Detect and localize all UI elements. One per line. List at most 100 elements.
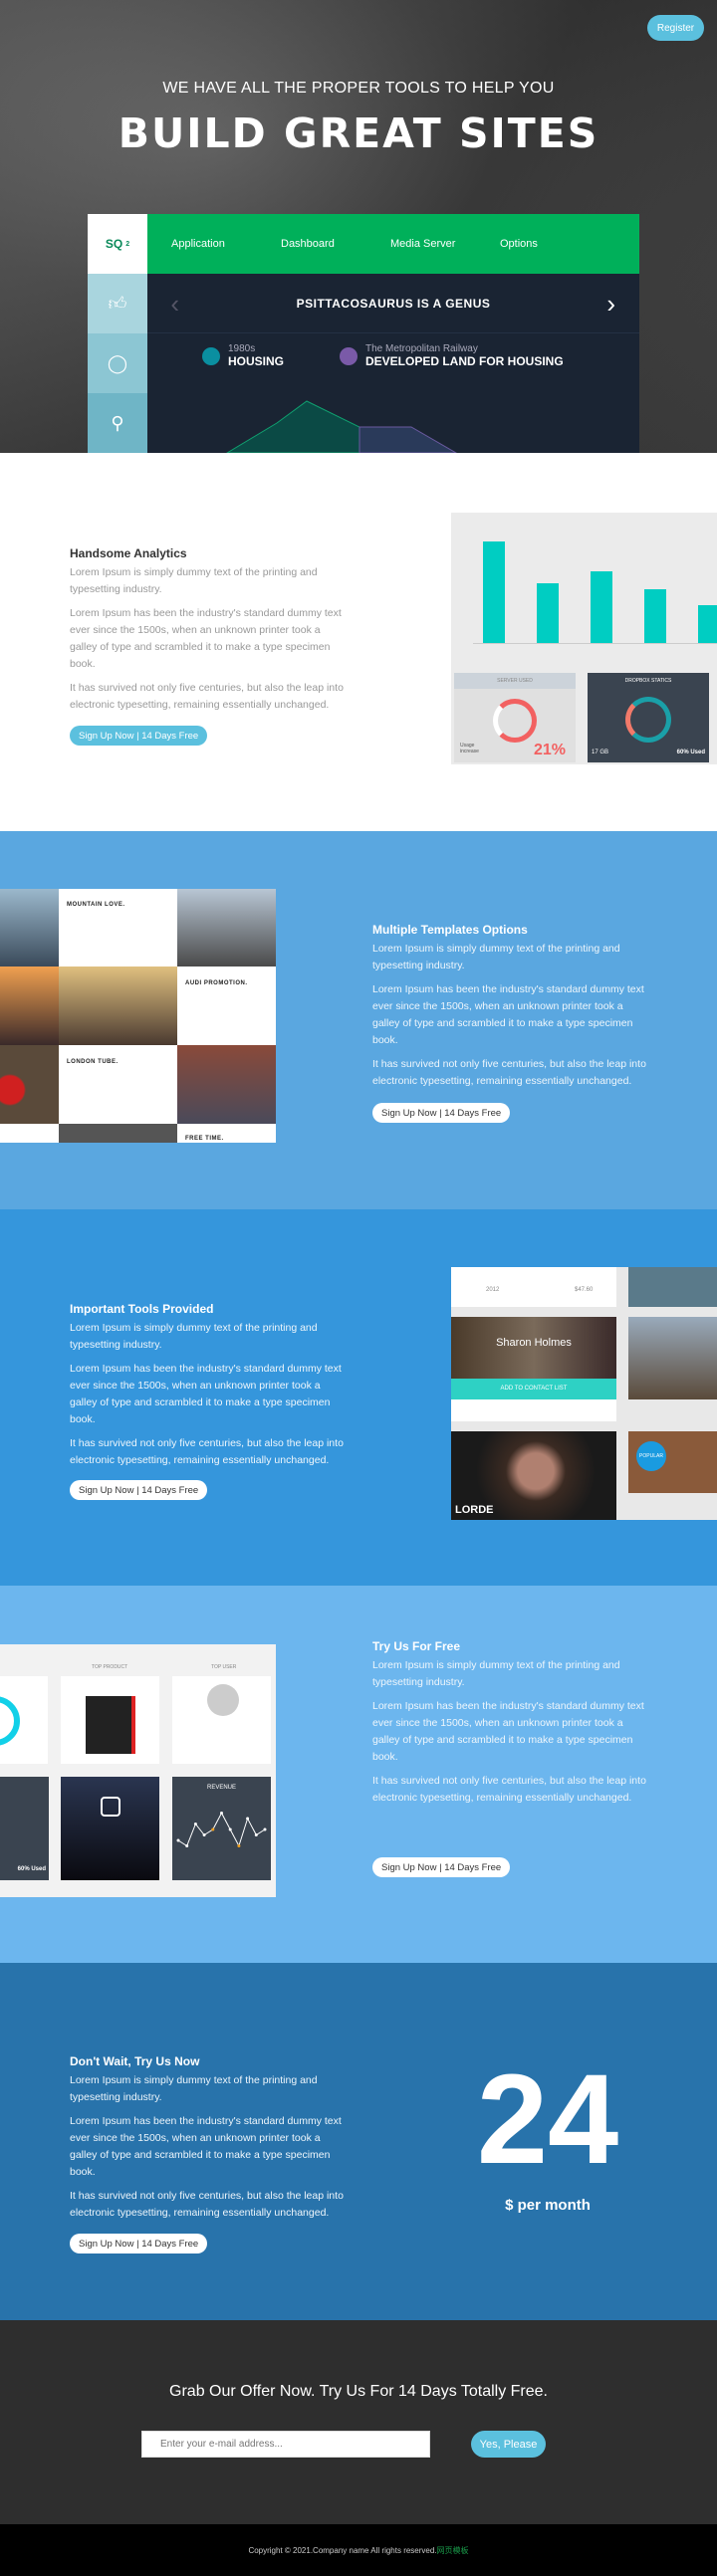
revenue-point [263,1827,267,1831]
photo-car [59,966,177,1045]
register-button[interactable]: Register [647,15,704,41]
bar [591,571,612,643]
usage-value: 21% [533,742,566,758]
offer-section: Grab Our Offer Now. Try Us For 14 Days T… [0,2320,717,2524]
revenue-card: REVENUE [172,1777,271,1880]
paragraph: It has survived not only five centuries,… [70,2190,344,2219]
add-contact-button[interactable]: ADD TO CONTACT LIST [451,1379,616,1399]
free-screenshot: TOP PRODUCT TOP USER 60% Used REVENUE [0,1644,276,1897]
card-title: REVENUE [206,1785,236,1791]
bar-chart [473,525,717,644]
bar [537,583,559,643]
nav-dashboard[interactable]: Dashboard [281,238,366,250]
card-title: MOUNTAIN LOVE. [67,902,125,908]
footer-link[interactable]: 网页模板 [437,2545,469,2556]
price-value: 24 [476,2048,619,2191]
revenue-point [254,1833,258,1836]
used-value: 60% Used [17,1866,46,1872]
pricing-text: Don't Wait, Try Us Now Lorem Ipsum is si… [70,2054,349,2229]
photo-artist: LORDE [451,1431,616,1520]
tools-section: Important Tools Provided Lorem Ipsum is … [0,1209,717,1586]
search-icon[interactable]: ⚲ [88,393,147,453]
email-input[interactable] [141,2431,430,2458]
usage-label: Usage increase [460,743,479,754]
card-title: DROPBOX STATICS [624,678,672,684]
signup-button[interactable]: Sign Up Now | 14 Days Free [372,1857,511,1877]
revenue-line-chart [176,1812,267,1847]
paragraph: Lorem Ipsum has been the industry's stan… [372,1700,644,1763]
paragraph: Lorem Ipsum has been the industry's stan… [70,1363,342,1425]
instagram-icon [101,1797,120,1817]
card-title: TOP PRODUCT [92,1664,128,1670]
revenue-point [246,1817,250,1821]
paragraph: Lorem Ipsum is simply dummy text of the … [70,1322,318,1351]
bar [644,589,666,643]
signup-button[interactable]: Sign Up Now | 14 Days Free [372,1103,511,1123]
paragraph: Lorem Ipsum is simply dummy text of the … [372,943,620,971]
railway-area [358,426,457,453]
revenue-point [237,1844,241,1847]
legend-item: The Metropolitan Railway DEVELOPED LAND F… [340,343,564,368]
user-card [172,1676,271,1764]
paragraph: It has survived not only five centuries,… [70,1437,344,1466]
signup-button[interactable]: Sign Up Now | 14 Days Free [70,2234,208,2254]
legend-small: 1980s [228,343,256,354]
revenue-point [193,1823,197,1825]
section-heading: Important Tools Provided [70,1302,214,1316]
preview-nav: Application Dashboard Media Server Optio… [147,214,639,274]
area-chart [226,400,457,453]
used-value: 60% Used [676,750,705,755]
housing-area [226,400,360,453]
legend-dot [202,346,220,365]
nav-options[interactable]: Options [500,238,586,250]
chat-bubble-icon[interactable]: ◯ [88,333,147,393]
nav-application[interactable]: Application [171,238,257,250]
thumbs-up-icon[interactable]: 👍︎ [88,274,147,333]
legend-big: DEVELOPED LAND FOR HOUSING [365,354,564,368]
avatar [207,1684,239,1716]
photo-dj [628,1317,717,1399]
free-text: Try Us For Free Lorem Ipsum is simply du… [372,1639,651,1814]
signup-button[interactable]: Sign Up Now | 14 Days Free [70,726,208,746]
revenue-point [220,1812,223,1815]
card-title: LONDON TUBE. [67,1059,119,1065]
photo-mountain [177,889,276,966]
product-card [61,1676,159,1764]
tools-screenshot: 2012 $47.60 Sharon Holmes ADD TO CONTACT… [451,1267,717,1520]
instagram-card [61,1777,159,1880]
nav-media-server[interactable]: Media Server [390,238,476,250]
hero-section: Register WE HAVE ALL THE PROPER TOOLS TO… [0,0,717,453]
card-title: TOP USER [211,1664,237,1670]
slide-title: ‹ PSITTACOSAURUS IS A GENUS › [147,274,639,333]
logo: SQ 2 [88,214,147,274]
paragraph: Lorem Ipsum is simply dummy text of the … [70,2074,318,2103]
submit-button[interactable]: Yes, Please [471,2431,546,2458]
chevron-left-icon[interactable]: ‹ [147,274,203,333]
load-card [0,1676,48,1764]
revenue-point [211,1827,215,1831]
bar [483,541,505,643]
signup-button[interactable]: Sign Up Now | 14 Days Free [70,1480,208,1500]
revenue-point [202,1833,206,1836]
photo-tube [0,1045,59,1124]
free-section: TOP PRODUCT TOP USER 60% Used REVENUE Tr… [0,1586,717,1963]
analytics-text: Handsome Analytics Lorem Ipsum is simply… [70,546,349,721]
revenue-point [176,1838,180,1842]
section-heading: Don't Wait, Try Us Now [70,2054,200,2068]
chevron-right-icon[interactable]: › [584,274,639,333]
photo-rocks [628,1267,717,1307]
paragraph: Lorem Ipsum is simply dummy text of the … [372,1659,620,1688]
paragraph: It has survived not only five centuries,… [372,1058,646,1087]
donut-chart [625,697,671,743]
analytics-section: Handsome Analytics Lorem Ipsum is simply… [0,453,717,831]
logo-text: SQ [105,237,123,251]
paragraph: Lorem Ipsum is simply dummy text of the … [70,566,318,595]
hero-title: BUILD GREAT SITES [118,109,599,157]
profile-name: Sharon Holmes [451,1317,616,1379]
photo-sunset [0,966,59,1045]
templates-section: MOUNTAIN LOVE. AUDI PROMOTION. LONDON TU… [0,831,717,1209]
offer-heading: Grab Our Offer Now. Try Us For 14 Days T… [169,2383,548,2400]
legend-small: The Metropolitan Railway [365,343,478,354]
slide-title-text: PSITTACOSAURUS IS A GENUS [296,296,491,311]
artist-name: LORDE [455,1504,494,1516]
